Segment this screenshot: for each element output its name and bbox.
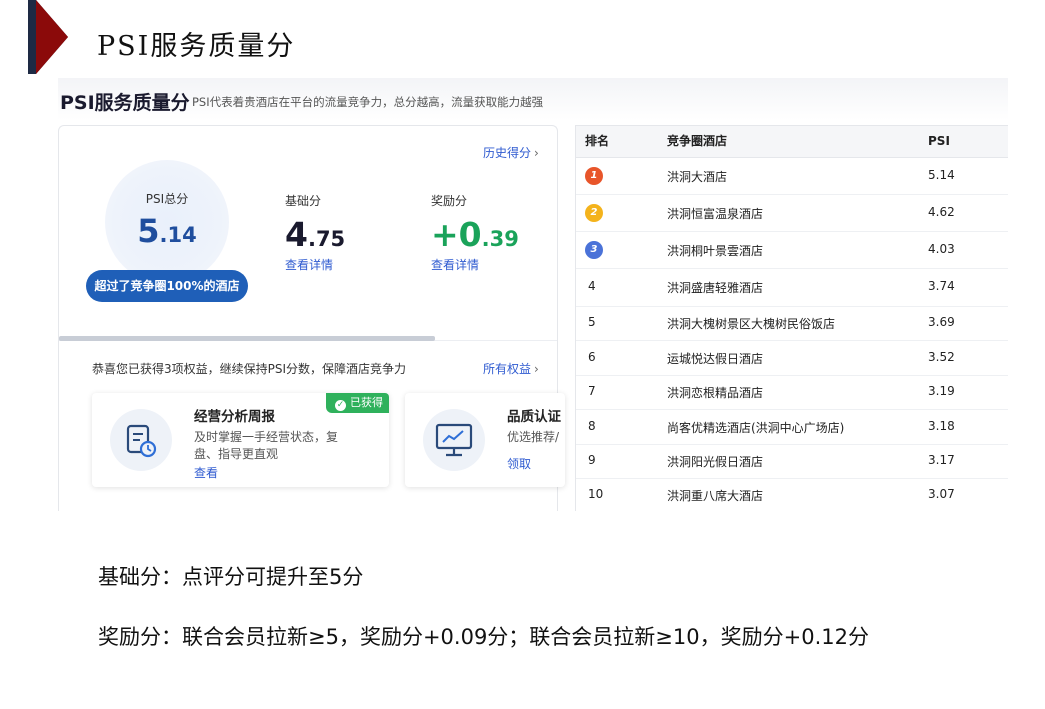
benefit-title: 经营分析周报 — [194, 409, 275, 425]
base-score-int: 4 — [285, 215, 308, 254]
report-clock-icon — [110, 409, 172, 471]
rank-cell: 4 — [588, 279, 596, 293]
column-header-rank: 排名 — [585, 134, 610, 148]
table-row[interactable]: 4 洪洞盛唐轻雅酒店 3.74 — [576, 268, 1008, 307]
table-row[interactable]: 3 洪洞桐叶景雲酒店 4.03 — [576, 231, 1008, 269]
benefit-card-weekly-report[interactable]: ✓ 已获得 经营分析周报 及时掌握一手经营状态，复盘、指导更直观 查看 — [92, 393, 389, 487]
bonus-detail-link[interactable]: 查看详情 — [431, 256, 519, 273]
monitor-chart-icon — [423, 409, 485, 471]
rank-cell: 8 — [588, 419, 596, 433]
hotel-name-cell: 洪洞桐叶景雲酒店 — [667, 244, 764, 258]
hotel-name-cell: 洪洞恒富温泉酒店 — [667, 207, 764, 221]
psi-cell: 3.74 — [928, 279, 955, 293]
bonus-score-block: 奖励分 +0.39 查看详情 — [431, 192, 519, 273]
rank-cell: 5 — [588, 315, 596, 329]
table-row[interactable]: 2 洪洞恒富温泉酒店 4.62 — [576, 194, 1008, 232]
total-score-circle: PSI总分 5.14 — [105, 160, 229, 284]
note-bonus-score: 奖励分：联合会员拉新≥5，奖励分+0.09分；联合会员拉新≥10，奖励分+0.1… — [98, 625, 869, 649]
bonus-score-dec: .39 — [481, 227, 519, 251]
ranking-table: 排名 竞争圈酒店 PSI 1 洪洞大酒店 5.14 2 洪洞恒富温泉酒店 4.62 3 洪洞桐… — [575, 125, 1008, 511]
psi-header: PSI服务质量分 PSI代表着贵酒店在平台的流量竞争力，总分越高，流量获取能力越… — [58, 78, 1008, 120]
hotel-name-cell: 洪洞大酒店 — [667, 170, 728, 184]
hotel-name-cell: 洪洞阳光假日酒店 — [667, 455, 764, 469]
rights-summary: 恭喜您已获得3项权益，继续保持PSI分数，保障酒店竞争力 — [92, 362, 407, 376]
claim-link[interactable]: 领取 — [507, 455, 531, 472]
hotel-name-cell: 洪洞恋根精品酒店 — [667, 386, 764, 400]
base-score-block: 基础分 4.75 查看详情 — [285, 192, 345, 273]
chevron-right-icon: › — [534, 362, 539, 376]
benefit-description: 及时掌握一手经营状态，复盘、指导更直观 — [194, 430, 339, 461]
check-icon: ✓ — [335, 400, 346, 411]
benefit-card-quality-cert[interactable]: 品质认证 优选推荐/ 领取 — [405, 393, 565, 487]
hotel-name-cell: 运城悦达假日酒店 — [667, 352, 764, 366]
total-score-int: 5 — [137, 212, 160, 250]
psi-header-description: PSI代表着贵酒店在平台的流量竞争力，总分越高，流量获取能力越强 — [192, 95, 544, 109]
obtained-badge: ✓ 已获得 — [326, 393, 389, 413]
history-score-link[interactable]: 历史得分 › — [483, 144, 539, 161]
horizontal-scrollbar[interactable] — [59, 336, 435, 341]
bonus-score-value: +0.39 — [431, 215, 519, 254]
psi-screenshot: PSI服务质量分 PSI代表着贵酒店在平台的流量竞争力，总分越高，流量获取能力越… — [58, 78, 1008, 511]
title-arrow-decoration — [28, 0, 68, 74]
psi-cell: 4.62 — [928, 205, 955, 219]
obtained-badge-label: 已获得 — [350, 396, 383, 409]
benefit-description: 优选推荐/ — [507, 430, 560, 444]
table-row[interactable]: 9 洪洞阳光假日酒店 3.17 — [576, 444, 1008, 479]
psi-cell: 5.14 — [928, 168, 955, 182]
base-score-dec: .75 — [307, 227, 346, 251]
column-header-hotel: 竞争圈酒店 — [667, 134, 728, 148]
view-link[interactable]: 查看 — [194, 464, 218, 481]
table-row[interactable]: 7 洪洞恋根精品酒店 3.19 — [576, 375, 1008, 410]
table-row[interactable]: 1 洪洞大酒店 5.14 — [576, 157, 1008, 195]
history-score-label: 历史得分 — [483, 146, 532, 160]
base-detail-link[interactable]: 查看详情 — [285, 256, 345, 273]
base-score-value: 4.75 — [285, 215, 345, 254]
psi-cell: 3.52 — [928, 350, 955, 364]
bonus-score-int: +0 — [431, 215, 482, 254]
total-score-label: PSI总分 — [145, 192, 189, 206]
rank-cell: 7 — [588, 384, 596, 398]
table-row[interactable]: 5 洪洞大槐树景区大槐树民俗饭店 3.69 — [576, 306, 1008, 341]
hotel-name-cell: 洪洞重八席大酒店 — [667, 489, 764, 503]
rank-badge: 超过了竞争圈100%的酒店 — [86, 270, 248, 302]
psi-cell: 4.03 — [928, 242, 955, 256]
psi-cell: 3.69 — [928, 315, 955, 329]
psi-cell: 3.18 — [928, 419, 955, 433]
score-card: 历史得分 › PSI总分 5.14 超过了竞争圈100%的酒店 基础分 4.75 … — [58, 125, 565, 511]
base-score-label: 基础分 — [285, 194, 322, 208]
table-row[interactable]: 6 运城悦达假日酒店 3.52 — [576, 340, 1008, 376]
table-row[interactable]: 10 洪洞重八席大酒店 3.07 — [576, 478, 1008, 511]
total-score-dec: .14 — [159, 223, 197, 247]
rank-medal-icon: 1 — [585, 167, 603, 185]
psi-cell: 3.17 — [928, 453, 955, 467]
column-header-psi: PSI — [928, 134, 950, 148]
psi-header-title: PSI服务质量分 — [60, 92, 190, 114]
psi-cell: 3.07 — [928, 487, 955, 501]
rank-medal-icon: 2 — [585, 204, 603, 222]
rank-cell: 9 — [588, 453, 596, 467]
bonus-score-label: 奖励分 — [431, 194, 468, 208]
rank-cell: 6 — [588, 350, 596, 364]
all-rights-label: 所有权益 — [483, 362, 532, 376]
total-score-value: 5.14 — [105, 212, 229, 250]
chevron-right-icon: › — [534, 146, 539, 160]
hotel-name-cell: 洪洞大槐树景区大槐树民俗饭店 — [667, 317, 836, 331]
hotel-name-cell: 尚客优精选酒店(洪洞中心广场店) — [667, 421, 845, 435]
table-row[interactable]: 8 尚客优精选酒店(洪洞中心广场店) 3.18 — [576, 409, 1008, 445]
benefit-title: 品质认证 — [507, 409, 561, 425]
psi-cell: 3.19 — [928, 384, 955, 398]
note-base-score: 基础分：点评分可提升至5分 — [98, 565, 364, 589]
rank-medal-icon: 3 — [585, 241, 603, 259]
slide-title: PSI服务质量分 — [97, 31, 296, 62]
rank-cell: 10 — [588, 487, 604, 501]
all-rights-link[interactable]: 所有权益 › — [483, 360, 539, 377]
hotel-name-cell: 洪洞盛唐轻雅酒店 — [667, 281, 764, 295]
